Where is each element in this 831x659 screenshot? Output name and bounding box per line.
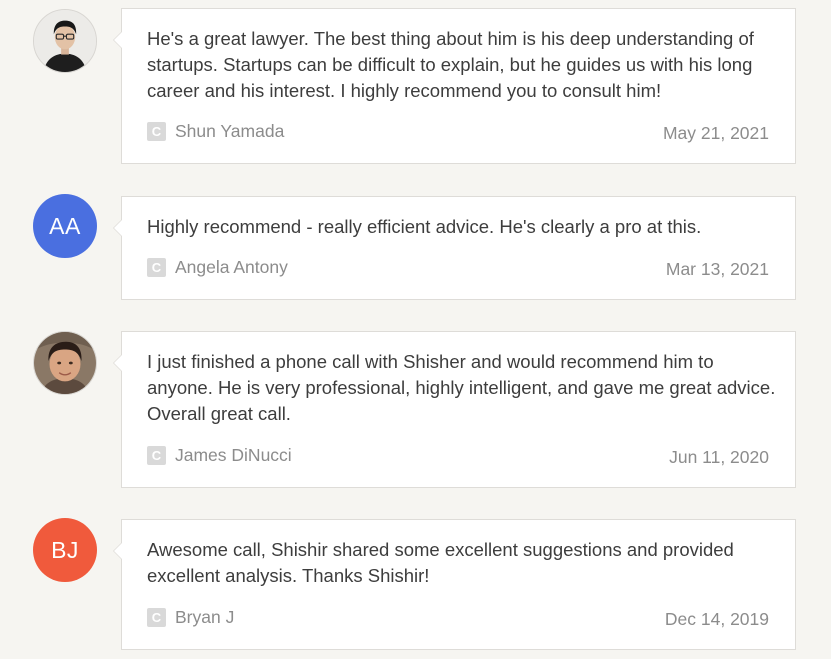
person-photo-icon xyxy=(34,10,96,72)
review-author[interactable]: Bryan J xyxy=(175,606,234,628)
review-date: Jun 11, 2020 xyxy=(669,447,769,467)
person-photo-icon xyxy=(34,332,96,394)
clarity-badge-icon: C xyxy=(147,446,166,465)
avatar[interactable] xyxy=(33,9,97,73)
review-text: I just finished a phone call with Shishe… xyxy=(147,351,776,424)
clarity-badge-icon: C xyxy=(147,608,166,627)
avatar[interactable]: AA xyxy=(33,194,97,258)
review-meta: C Shun Yamada May 21, 2021 xyxy=(147,120,769,143)
review-card: He's a great lawyer. The best thing abou… xyxy=(113,8,796,164)
review-date: Dec 14, 2019 xyxy=(664,609,769,629)
clarity-badge-icon: C xyxy=(147,258,166,277)
clarity-badge-icon: C xyxy=(147,122,166,141)
avatar[interactable]: BJ xyxy=(33,518,97,582)
review-author[interactable]: Angela Antony xyxy=(175,256,288,278)
review-text: He's a great lawyer. The best thing abou… xyxy=(147,28,754,101)
review-card: I just finished a phone call with Shishe… xyxy=(113,331,796,488)
review-meta: C Angela Antony Mar 13, 2021 xyxy=(147,256,769,279)
review-author[interactable]: Shun Yamada xyxy=(175,120,284,142)
review-text: Highly recommend - really efficient advi… xyxy=(147,216,702,237)
review-meta: C Bryan J Dec 14, 2019 xyxy=(147,606,769,629)
review-list: He's a great lawyer. The best thing abou… xyxy=(0,0,831,659)
review-card: Highly recommend - really efficient advi… xyxy=(113,196,796,300)
avatar-initials: BJ xyxy=(51,536,79,563)
avatar[interactable] xyxy=(33,331,97,395)
review-text: Awesome call, Shishir shared some excell… xyxy=(147,539,734,586)
review-card: Awesome call, Shishir shared some excell… xyxy=(113,519,796,650)
review-date: May 21, 2021 xyxy=(662,123,769,143)
review-meta: C James DiNucci Jun 11, 2020 xyxy=(147,444,769,467)
avatar-initials: AA xyxy=(49,212,81,239)
review-date: Mar 13, 2021 xyxy=(665,259,769,279)
review-author[interactable]: James DiNucci xyxy=(175,444,292,466)
